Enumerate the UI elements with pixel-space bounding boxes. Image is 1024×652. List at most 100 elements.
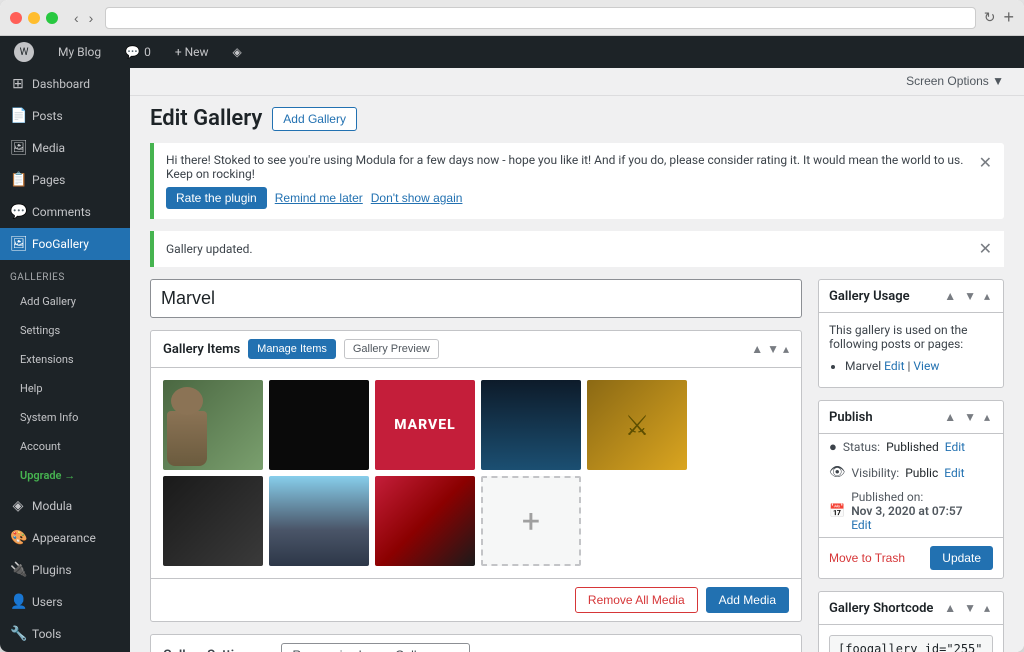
status-icon: ● [829,439,837,455]
publish-status-edit[interactable]: Edit [945,440,965,454]
publish-visibility-edit[interactable]: Edit [944,466,964,480]
sidebar-item-settings[interactable]: Settings [0,316,130,345]
gallery-usage-toggle: ▲ ▼ ▴ [941,288,993,304]
publish-date-edit[interactable]: Edit [851,518,962,532]
update-button[interactable]: Update [930,546,993,570]
gallery-items-title: Gallery Items Manage Items Gallery Previ… [163,339,439,359]
appearance-label: Appearance [32,531,96,545]
sidebar-item-account[interactable]: Account [0,432,130,461]
sidebar-item-comments[interactable]: 💬 Comments [0,196,130,228]
screen-options-button[interactable]: Screen Options ▼ [906,74,1004,88]
gallery-title-input[interactable] [150,279,802,318]
publish-up-button[interactable]: ▲ [941,409,959,425]
publish-down-button[interactable]: ▼ [961,409,979,425]
publish-date-row: 📅 Published on: Nov 3, 2020 at 07:57 Edi… [819,485,1003,537]
new-item[interactable]: + New [169,36,215,68]
close-button[interactable] [10,12,22,24]
sidebar-item-appearance[interactable]: 🎨 Appearance [0,522,130,554]
gallery-usage-edit-link[interactable]: Edit [884,359,904,373]
add-gallery-item-button[interactable]: + [481,476,581,566]
system-info-label: System Info [20,411,78,424]
gallery-preview-tab[interactable]: Gallery Preview [344,339,439,359]
sidebar-item-posts[interactable]: 📄 Posts [0,100,130,132]
gallery-item-7[interactable] [269,476,369,566]
move-to-trash-button[interactable]: Move to Trash [829,551,905,565]
address-bar[interactable] [105,7,975,29]
sidebar-item-foogallery[interactable]: 🖼 FooGallery [0,228,130,260]
sidebar-item-system-info[interactable]: System Info [0,403,130,432]
updated-text: Gallery updated. [166,242,253,256]
usage-down-button[interactable]: ▼ [961,288,979,304]
minimize-button[interactable] [28,12,40,24]
gallery-item-3[interactable]: MARVEL [375,380,475,470]
gallery-grid: MARVEL ⚔ [151,368,801,578]
settings-down-button[interactable]: ▼ [757,647,775,652]
refresh-button[interactable]: ↻ [984,9,996,26]
gallery-image-7 [269,476,369,566]
gallery-item-8[interactable] [375,476,475,566]
diamond-icon: ◈ [233,45,242,59]
notice-close-button[interactable]: ✕ [979,153,992,173]
pages-label: Pages [32,173,65,187]
gallery-image-5: ⚔ [587,380,687,470]
shortcode-down-button[interactable]: ▼ [961,600,979,616]
publish-visibility-label: Visibility: [852,466,900,480]
gallery-actions: Remove All Media Add Media [151,578,801,621]
dont-show-button[interactable]: Don't show again [371,191,463,205]
gallery-items-box: Gallery Items Manage Items Gallery Previ… [150,330,802,622]
settings-expand-button[interactable]: ▴ [777,647,789,652]
sidebar-item-plugins[interactable]: 🔌 Plugins [0,554,130,586]
sidebar-item-add-gallery[interactable]: Add Gallery [0,287,130,316]
gallery-item-4[interactable] [481,380,581,470]
sidebar-item-modula[interactable]: ◈ Modula [0,490,130,522]
calendar-icon: 📅 [829,504,845,519]
my-blog-item[interactable]: My Blog [52,36,107,68]
collapse-up-button[interactable]: ▲ [751,342,763,356]
forward-button[interactable]: › [85,8,98,28]
sidebar-item-users[interactable]: 👤 Users [0,586,130,618]
gallery-item-6[interactable] [163,476,263,566]
gallery-item-5[interactable]: ⚔ [587,380,687,470]
collapse-expand-button[interactable]: ▴ [783,342,789,356]
publish-footer: Move to Trash Update [819,537,1003,578]
sidebar-item-extensions[interactable]: Extensions [0,345,130,374]
rate-plugin-button[interactable]: Rate the plugin [166,187,267,209]
remind-later-button[interactable]: Remind me later [275,191,363,205]
add-item-icon: + [522,502,540,540]
add-gallery-button[interactable]: Add Gallery [272,107,357,131]
new-tab-button[interactable]: + [1003,7,1014,28]
gallery-item-2[interactable] [269,380,369,470]
gallery-type-select[interactable]: Responsive Image Gallery [281,643,470,652]
usage-up-button[interactable]: ▲ [941,288,959,304]
wp-logo-item[interactable]: W [8,36,40,68]
add-media-button[interactable]: Add Media [706,587,789,613]
sidebar: ⊞ Dashboard 📄 Posts 🖼 Media 📋 Pages 💬 Co… [0,68,130,652]
gallery-item-1[interactable] [163,380,263,470]
maximize-button[interactable] [46,12,58,24]
collapse-down-button[interactable]: ▼ [767,342,779,356]
publish-title: Publish [829,410,873,425]
sidebar-item-pages[interactable]: 📋 Pages [0,164,130,196]
gallery-usage-body: This gallery is used on the following po… [819,313,1003,387]
shortcode-input[interactable] [829,635,993,652]
sidebar-item-tools[interactable]: 🔧 Tools [0,618,130,650]
back-button[interactable]: ‹ [70,8,83,28]
foogallery-label: FooGallery [32,237,89,251]
usage-expand-button[interactable]: ▴ [981,288,993,304]
comments-item[interactable]: 💬 0 [119,36,157,68]
gallery-image-1 [163,380,263,470]
gallery-usage-view-link[interactable]: View [913,359,939,373]
sidebar-item-media[interactable]: 🖼 Media [0,132,130,164]
sidebar-item-upgrade[interactable]: Upgrade → [0,461,130,490]
shortcode-expand-button[interactable]: ▴ [981,600,993,616]
settings-up-button[interactable]: ▲ [737,647,755,652]
updated-notice-close[interactable]: ✕ [979,239,992,259]
sidebar-item-dashboard[interactable]: ⊞ Dashboard [0,68,130,100]
remove-all-media-button[interactable]: Remove All Media [575,587,698,613]
shortcode-up-button[interactable]: ▲ [941,600,959,616]
publish-visibility-value: Public [905,466,938,480]
diamond-item[interactable]: ◈ [227,36,248,68]
publish-expand-button[interactable]: ▴ [981,409,993,425]
sidebar-item-help[interactable]: Help [0,374,130,403]
manage-items-tab[interactable]: Manage Items [248,339,336,359]
